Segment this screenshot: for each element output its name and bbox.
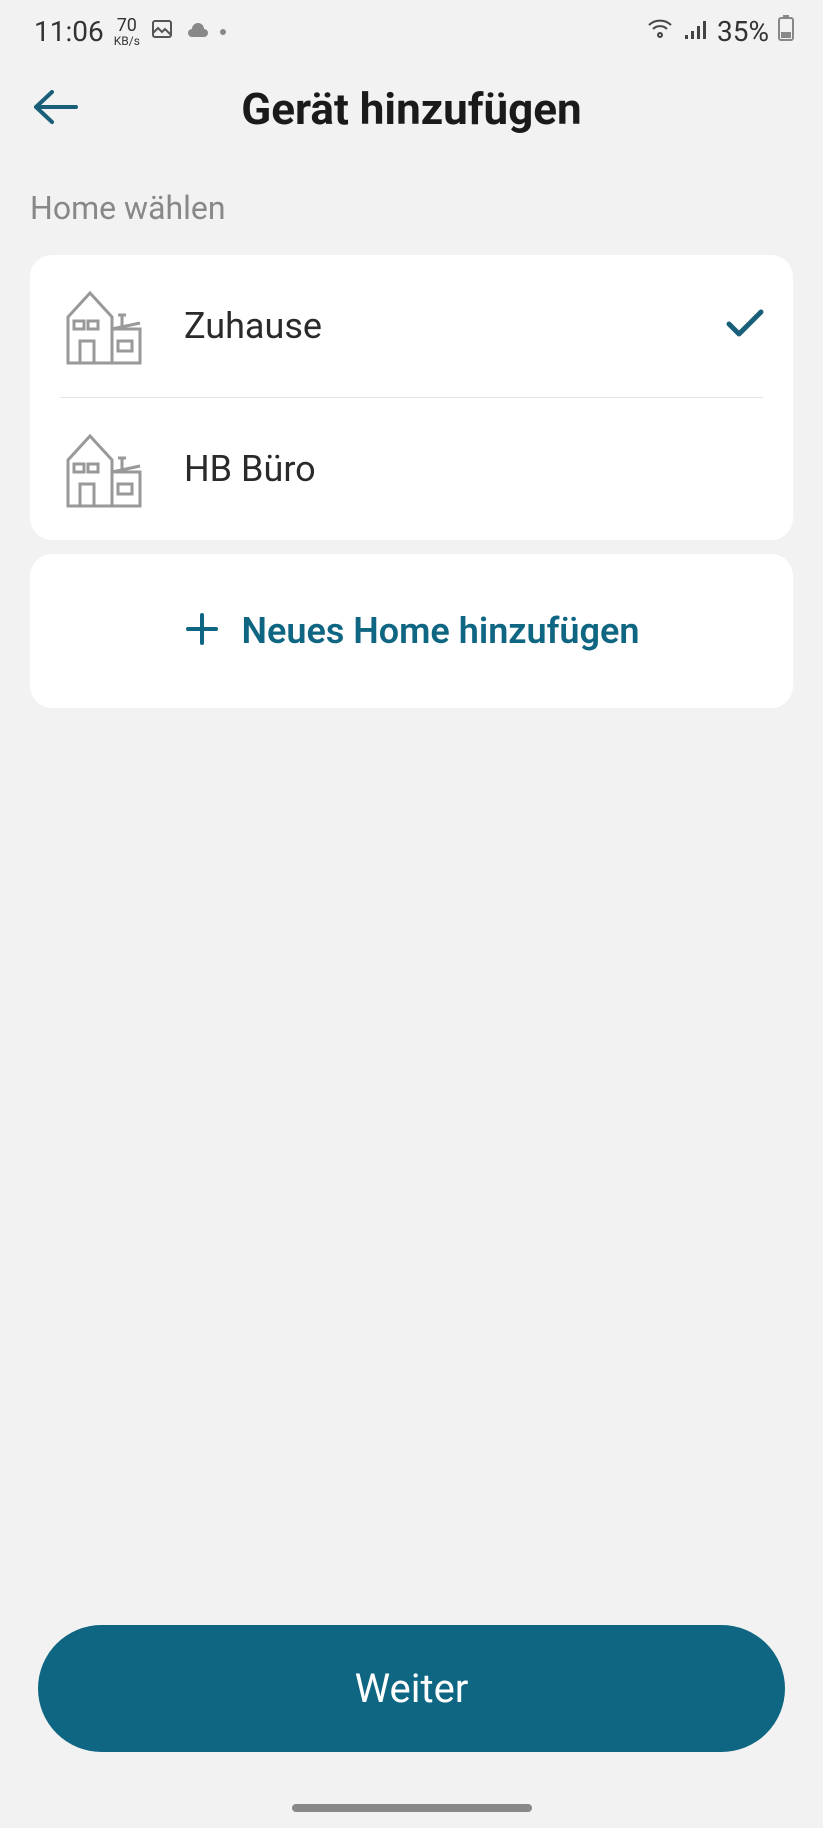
section-label: Home wählen <box>0 155 823 241</box>
nav-indicator[interactable] <box>292 1804 532 1812</box>
back-button[interactable] <box>30 86 78 132</box>
battery-text: 35% <box>717 15 769 48</box>
add-home-card: Neues Home hinzufügen <box>30 554 793 708</box>
signal-icon <box>683 15 709 48</box>
app-header: Gerät hinzufügen <box>0 63 823 155</box>
status-left: 11:06 70 KB/s <box>34 15 226 48</box>
wifi-icon <box>645 15 675 48</box>
home-option-zuhause[interactable]: Zuhause <box>30 255 793 397</box>
battery-icon <box>777 14 795 49</box>
page-title: Gerät hinzufügen <box>30 83 793 135</box>
dot-icon <box>220 29 226 35</box>
status-right: 35% <box>645 14 795 49</box>
add-home-button[interactable]: Neues Home hinzufügen <box>30 554 793 708</box>
home-option-hb-buro[interactable]: HB Büro <box>30 398 793 540</box>
status-time: 11:06 <box>34 15 104 48</box>
homes-card: Zuhause HB Büro <box>30 255 793 540</box>
cloud-icon <box>184 15 210 48</box>
home-option-label: Zuhause <box>184 305 691 347</box>
gallery-icon <box>150 15 174 48</box>
network-speed-indicator: 70 KB/s <box>114 17 140 47</box>
status-bar: 11:06 70 KB/s 35% <box>0 0 823 63</box>
house-icon <box>58 285 150 367</box>
house-icon <box>58 428 150 510</box>
add-home-label: Neues Home hinzufügen <box>242 610 640 652</box>
continue-button[interactable]: Weiter <box>38 1625 785 1752</box>
check-icon <box>725 308 765 344</box>
home-option-label: HB Büro <box>184 448 765 490</box>
plus-icon <box>184 611 220 651</box>
arrow-left-icon <box>30 86 78 128</box>
continue-label: Weiter <box>355 1665 469 1712</box>
